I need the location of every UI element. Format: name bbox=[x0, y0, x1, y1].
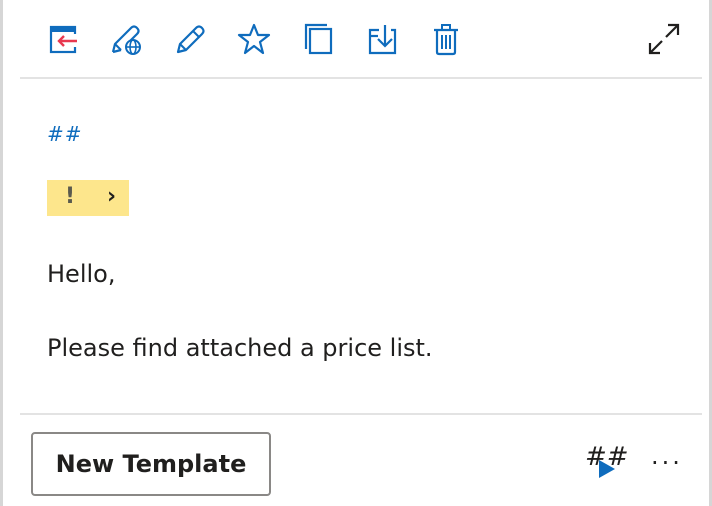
body-line-message: Please find attached a price list. bbox=[47, 334, 433, 362]
copy-button[interactable] bbox=[299, 20, 337, 58]
insert-button[interactable] bbox=[363, 20, 401, 58]
delete-button[interactable] bbox=[427, 20, 465, 58]
warning-badge[interactable]: ! › bbox=[47, 180, 129, 216]
exclamation-icon: ! bbox=[65, 184, 76, 209]
edit-icon bbox=[176, 25, 205, 54]
favorite-button[interactable] bbox=[235, 20, 273, 58]
insert-hashtag-button[interactable]: ## bbox=[581, 440, 629, 484]
delete-icon bbox=[434, 24, 458, 56]
toolbar bbox=[3, 0, 709, 78]
star-icon bbox=[237, 23, 271, 55]
move-out-button[interactable] bbox=[44, 20, 82, 58]
new-template-button[interactable]: New Template bbox=[31, 432, 271, 496]
hashtag-link[interactable]: ## bbox=[47, 122, 83, 146]
play-icon bbox=[599, 460, 615, 478]
more-options-button[interactable]: ··· bbox=[645, 448, 689, 478]
expand-icon bbox=[648, 23, 680, 55]
body-line-greeting: Hello, bbox=[47, 260, 116, 288]
template-pane: ## ! › Hello, Please find attached a pri… bbox=[0, 0, 712, 506]
insert-icon bbox=[368, 25, 397, 55]
chevron-right-icon: › bbox=[107, 184, 117, 209]
edit-button[interactable] bbox=[171, 20, 209, 58]
copy-icon bbox=[304, 23, 333, 55]
move-out-icon bbox=[49, 25, 77, 54]
edit-shared-button[interactable] bbox=[107, 20, 145, 58]
toolbar-divider bbox=[20, 77, 702, 79]
expand-button[interactable] bbox=[645, 20, 683, 58]
edit-globe-icon bbox=[111, 25, 141, 55]
footer-divider bbox=[20, 413, 702, 415]
